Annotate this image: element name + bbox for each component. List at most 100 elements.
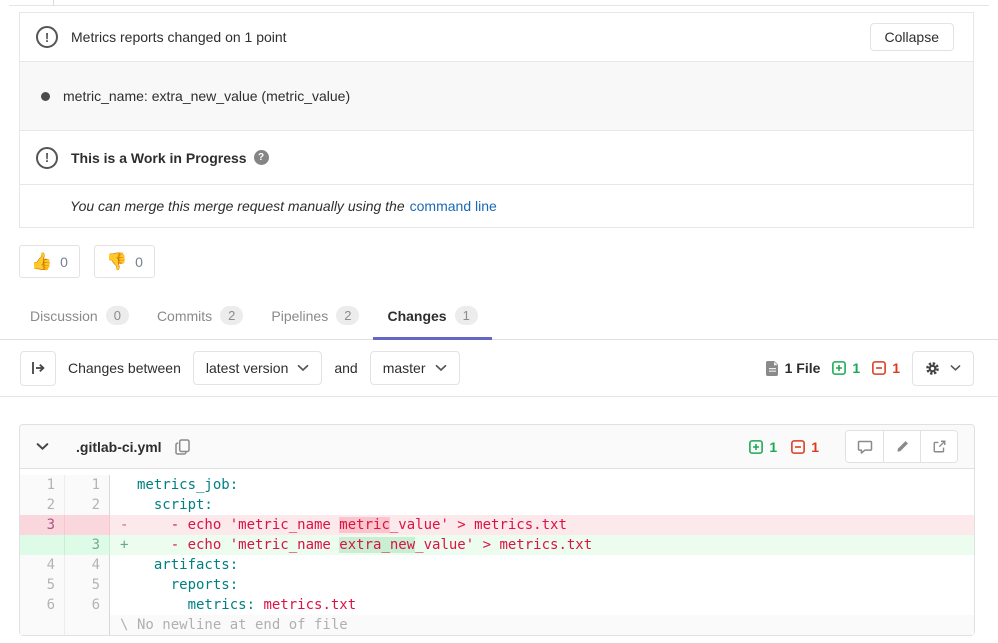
diff-line-content: metrics: metrics.txt [110, 595, 974, 615]
tab-commits[interactable]: Commits 2 [143, 294, 257, 340]
external-link-icon [932, 439, 947, 454]
files-count-label: 1 File [785, 360, 821, 376]
file-action-buttons [845, 430, 958, 463]
merge-manually-row: You can merge this merge request manuall… [20, 185, 973, 227]
file-additions-stat: 1 [749, 439, 777, 455]
file-deletions-count: 1 [811, 439, 819, 455]
thumbs-down-icon: 👎 [106, 252, 127, 272]
diff-line-content: - - echo 'metric_name metric_value' > me… [110, 515, 974, 535]
tab-changes[interactable]: Changes 1 [373, 294, 491, 340]
chevron-down-icon [36, 442, 49, 451]
changes-between-label: Changes between [68, 360, 181, 376]
file-name[interactable]: .gitlab-ci.yml [76, 439, 162, 455]
tab-label: Changes [387, 308, 446, 324]
diff-line: 11 metrics_job: [20, 475, 974, 495]
old-line-number[interactable] [20, 535, 65, 555]
help-icon[interactable]: ? [254, 150, 269, 165]
diff-line: 66 metrics: metrics.txt [20, 595, 974, 615]
old-line-number[interactable]: 3 [20, 515, 65, 535]
metric-item-text: metric_name: extra_new_value (metric_val… [63, 88, 350, 104]
thumbs-down-count: 0 [135, 254, 143, 270]
plus-square-icon [832, 361, 846, 375]
files-count-stat: 1 File [766, 360, 821, 376]
diff-line: 3+ - echo 'metric_name extra_new_value' … [20, 535, 974, 555]
code-token: No newline at end of file [137, 617, 348, 633]
old-line-number[interactable]: 4 [20, 555, 65, 575]
thumbs-up-button[interactable]: 👍 0 [19, 245, 80, 278]
view-file-button[interactable] [920, 431, 957, 462]
code-token: _value' > metrics.txt [415, 537, 592, 553]
chevron-down-icon [950, 364, 961, 372]
collapse-button[interactable]: Collapse [870, 23, 954, 51]
code-token: reports: [171, 577, 238, 593]
new-line-number[interactable]: 4 [65, 555, 110, 575]
old-line-number[interactable] [20, 615, 65, 635]
tab-discussion[interactable]: Discussion 0 [16, 294, 143, 340]
code-token: metric [339, 517, 390, 533]
tab-label: Pipelines [271, 308, 328, 324]
tab-pipelines[interactable]: Pipelines 2 [257, 294, 373, 340]
and-label: and [334, 360, 357, 376]
diff-file: .gitlab-ci.yml 1 1 [19, 424, 975, 636]
mr-tabs: Discussion 0 Commits 2 Pipelines 2 Chang… [0, 294, 998, 340]
file-tree-toggle-button[interactable] [20, 351, 56, 386]
code-token: extra_new [339, 537, 415, 553]
diff-line-content: \No newline at end of file [110, 615, 974, 635]
tab-label: Discussion [30, 308, 98, 324]
award-emoji-bar: 👍 0 👎 0 [19, 245, 998, 278]
diff-marker: + [120, 535, 137, 555]
version-dropdown[interactable]: latest version [193, 351, 322, 385]
new-line-number[interactable]: 1 [65, 475, 110, 495]
file-header-actions: 1 1 [749, 430, 958, 463]
code-token: - echo 'metric_name [137, 517, 339, 533]
code-token: - echo 'metric_name [137, 537, 339, 553]
diff-line: 44 artifacts: [20, 555, 974, 575]
code-token [137, 557, 154, 573]
alert-circle-icon: ! [36, 147, 58, 169]
file-icon [766, 361, 779, 376]
old-line-number[interactable]: 6 [20, 595, 65, 615]
toggle-comments-button[interactable] [846, 431, 883, 462]
diff-line-content: script: [110, 495, 974, 515]
tab-count-badge: 1 [455, 306, 478, 325]
code-token: artifacts: [154, 557, 238, 573]
diff-file-header: .gitlab-ci.yml 1 1 [20, 425, 974, 469]
bullet-icon [41, 92, 50, 101]
old-line-number[interactable]: 5 [20, 575, 65, 595]
new-line-number[interactable] [65, 515, 110, 535]
diff-line-content: artifacts: [110, 555, 974, 575]
diff-line-content: + - echo 'metric_name extra_new_value' >… [110, 535, 974, 555]
copy-path-button[interactable] [175, 439, 190, 455]
diff-table: 11metrics_job:22 script:3- - echo 'metri… [20, 469, 974, 635]
tab-count-badge: 2 [220, 306, 243, 325]
chevron-down-icon [297, 364, 309, 372]
diff-compare-toolbar: Changes between latest version and maste… [0, 340, 998, 397]
new-line-number[interactable]: 2 [65, 495, 110, 515]
old-line-number[interactable]: 2 [20, 495, 65, 515]
merge-note-text: You can merge this merge request manuall… [70, 198, 405, 214]
new-line-number[interactable] [65, 615, 110, 635]
new-line-number[interactable]: 3 [65, 535, 110, 555]
metric-item-row: metric_name: extra_new_value (metric_val… [20, 62, 973, 131]
edit-file-button[interactable] [883, 431, 920, 462]
code-token: metrics_job: [137, 477, 238, 493]
diff-marker: \ [120, 615, 137, 635]
file-tree-toggle-icon [30, 360, 46, 376]
file-collapse-caret[interactable] [34, 440, 51, 453]
new-line-number[interactable]: 6 [65, 595, 110, 615]
new-line-number[interactable]: 5 [65, 575, 110, 595]
old-line-number[interactable]: 1 [20, 475, 65, 495]
thumbs-up-icon: 👍 [31, 252, 52, 272]
gear-icon [925, 361, 940, 376]
code-token: script: [154, 497, 213, 513]
previous-section-border [9, 0, 989, 6]
diff-line: \No newline at end of file [20, 615, 974, 635]
target-branch-dropdown[interactable]: master [370, 351, 460, 385]
diff-settings-button[interactable] [912, 351, 974, 386]
file-deletions-stat: 1 [791, 439, 819, 455]
code-token [137, 577, 171, 593]
file-additions-count: 1 [769, 439, 777, 455]
command-line-link[interactable]: command line [410, 198, 497, 214]
thumbs-down-button[interactable]: 👎 0 [94, 245, 155, 278]
copy-icon [175, 439, 190, 455]
